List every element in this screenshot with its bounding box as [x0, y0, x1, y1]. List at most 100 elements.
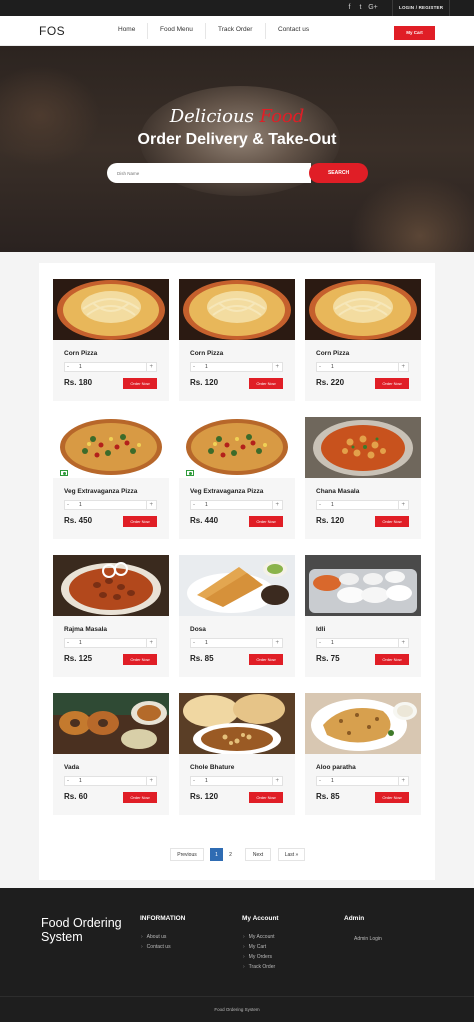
order-now-button[interactable]: Order Now [123, 792, 157, 803]
nav-home[interactable]: Home [118, 26, 135, 33]
quantity-stepper[interactable]: - 1 + [64, 362, 157, 372]
decrease-qty-button[interactable]: - [319, 363, 321, 372]
product-card: Rajma Masala - 1 + Rs. 125 Order Now [53, 555, 169, 677]
quantity-stepper[interactable]: - 1 + [64, 500, 157, 510]
footer-link-my-orders[interactable]: › My Orders [243, 954, 272, 960]
increase-qty-button[interactable]: + [272, 501, 279, 510]
twitter-icon[interactable]: t [356, 3, 365, 12]
google-plus-icon[interactable]: G+ [367, 3, 379, 12]
nav-track-order[interactable]: Track Order [218, 26, 252, 33]
site-logo[interactable]: FOS [39, 24, 65, 38]
quantity-value[interactable]: 1 [79, 639, 82, 648]
quantity-value[interactable]: 1 [331, 639, 334, 648]
quantity-value[interactable]: 1 [79, 363, 82, 372]
quantity-value[interactable]: 1 [331, 501, 334, 510]
pagination-previous[interactable]: Previous [170, 848, 204, 861]
order-now-button[interactable]: Order Now [249, 516, 283, 527]
order-now-button[interactable]: Order Now [375, 378, 409, 389]
product-image[interactable] [53, 693, 169, 754]
order-now-button[interactable]: Order Now [375, 792, 409, 803]
order-now-button[interactable]: Order Now [123, 516, 157, 527]
quantity-stepper[interactable]: - 1 + [190, 776, 283, 786]
quantity-stepper[interactable]: - 1 + [316, 638, 409, 648]
product-price: Rs. 120 [190, 792, 219, 801]
increase-qty-button[interactable]: + [146, 639, 153, 648]
footer-link-my-cart[interactable]: › My Cart [243, 944, 266, 950]
quantity-value[interactable]: 1 [205, 501, 208, 510]
quantity-value[interactable]: 1 [79, 501, 82, 510]
pagination-last[interactable]: Last » [278, 848, 305, 861]
decrease-qty-button[interactable]: - [193, 501, 195, 510]
footer-link-admin-login[interactable]: Admin Login [354, 936, 382, 942]
product-card: Chole Bhature - 1 + Rs. 120 Order Now [179, 693, 295, 815]
hero-script-word-1: Delicious [169, 106, 254, 127]
order-now-button[interactable]: Order Now [123, 654, 157, 665]
decrease-qty-button[interactable]: - [193, 639, 195, 648]
quantity-value[interactable]: 1 [331, 363, 334, 372]
order-now-button[interactable]: Order Now [249, 654, 283, 665]
quantity-value[interactable]: 1 [79, 777, 82, 786]
increase-qty-button[interactable]: + [398, 639, 405, 648]
product-image[interactable] [179, 279, 295, 340]
my-cart-button[interactable]: My Cart [394, 26, 435, 40]
increase-qty-button[interactable]: + [398, 501, 405, 510]
pagination-next[interactable]: Next [245, 848, 271, 861]
increase-qty-button[interactable]: + [146, 363, 153, 372]
login-register-link[interactable]: LOGIN / REGISTER [392, 0, 451, 16]
quantity-value[interactable]: 1 [331, 777, 334, 786]
quantity-stepper[interactable]: - 1 + [316, 776, 409, 786]
footer-link-contact-us[interactable]: › Contact us [141, 944, 171, 950]
increase-qty-button[interactable]: + [272, 639, 279, 648]
quantity-stepper[interactable]: - 1 + [190, 500, 283, 510]
decrease-qty-button[interactable]: - [193, 363, 195, 372]
product-image[interactable] [179, 417, 295, 478]
decrease-qty-button[interactable]: - [67, 501, 69, 510]
nav-contact-us[interactable]: Contact us [278, 26, 309, 33]
order-now-button[interactable]: Order Now [375, 516, 409, 527]
footer-link-my-account[interactable]: › My Account [243, 934, 275, 940]
decrease-qty-button[interactable]: - [319, 639, 321, 648]
increase-qty-button[interactable]: + [398, 363, 405, 372]
product-image[interactable] [53, 417, 169, 478]
footer-link-track-order[interactable]: › Track Order [243, 964, 275, 970]
product-image[interactable] [179, 555, 295, 616]
increase-qty-button[interactable]: + [272, 777, 279, 786]
quantity-stepper[interactable]: - 1 + [190, 362, 283, 372]
dish-search-input[interactable] [117, 163, 307, 183]
decrease-qty-button[interactable]: - [67, 639, 69, 648]
order-now-button[interactable]: Order Now [375, 654, 409, 665]
product-image[interactable] [305, 555, 421, 616]
pagination-page-2[interactable]: 2 [224, 848, 237, 861]
product-image[interactable] [53, 279, 169, 340]
decrease-qty-button[interactable]: - [319, 501, 321, 510]
quantity-stepper[interactable]: - 1 + [64, 638, 157, 648]
quantity-stepper[interactable]: - 1 + [316, 362, 409, 372]
pagination-page-1[interactable]: 1 [210, 848, 223, 861]
product-image[interactable] [305, 693, 421, 754]
order-now-button[interactable]: Order Now [123, 378, 157, 389]
decrease-qty-button[interactable]: - [193, 777, 195, 786]
decrease-qty-button[interactable]: - [67, 777, 69, 786]
quantity-stepper[interactable]: - 1 + [316, 500, 409, 510]
quantity-value[interactable]: 1 [205, 363, 208, 372]
product-image[interactable] [179, 693, 295, 754]
search-button[interactable]: SEARCH [309, 163, 368, 183]
decrease-qty-button[interactable]: - [67, 363, 69, 372]
increase-qty-button[interactable]: + [272, 363, 279, 372]
quantity-value[interactable]: 1 [205, 777, 208, 786]
nav-food-menu[interactable]: Food Menu [160, 26, 193, 33]
increase-qty-button[interactable]: + [146, 777, 153, 786]
quantity-stepper[interactable]: - 1 + [64, 776, 157, 786]
facebook-icon[interactable]: f [345, 3, 354, 12]
increase-qty-button[interactable]: + [146, 501, 153, 510]
order-now-button[interactable]: Order Now [249, 792, 283, 803]
quantity-value[interactable]: 1 [205, 639, 208, 648]
decrease-qty-button[interactable]: - [319, 777, 321, 786]
product-image[interactable] [305, 417, 421, 478]
product-image[interactable] [53, 555, 169, 616]
footer-link-about-us[interactable]: › About us [141, 934, 166, 940]
product-image[interactable] [305, 279, 421, 340]
order-now-button[interactable]: Order Now [249, 378, 283, 389]
increase-qty-button[interactable]: + [398, 777, 405, 786]
quantity-stepper[interactable]: - 1 + [190, 638, 283, 648]
